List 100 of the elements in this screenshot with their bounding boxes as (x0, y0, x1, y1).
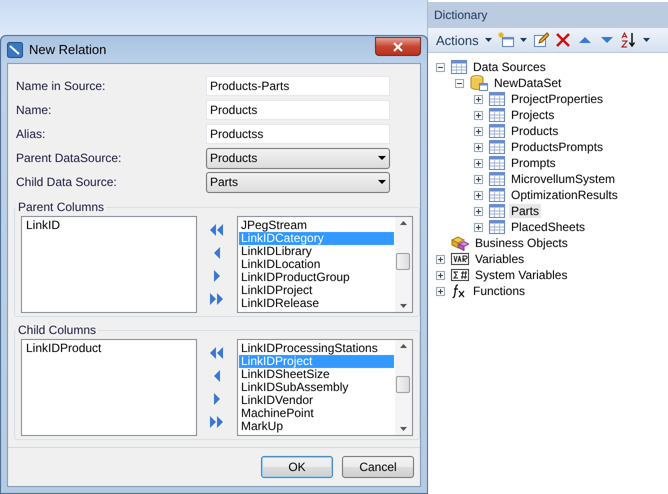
list-item[interactable]: LinkIDProductGroup (239, 271, 394, 284)
scrollbar[interactable] (395, 340, 412, 435)
field-label: Parent DataSource: (16, 151, 122, 165)
group-title: Child Columns (17, 323, 98, 337)
tree-item[interactable]: Parts (509, 204, 542, 218)
collapse-icon[interactable] (436, 62, 445, 72)
caret-icon (378, 180, 386, 184)
table-icon (451, 60, 467, 74)
list-item[interactable]: MachinePoint (239, 407, 394, 420)
field-label: Name: (16, 103, 52, 117)
list-item[interactable]: LinkIDLocation (239, 258, 394, 271)
caret-icon[interactable] (642, 38, 650, 42)
move-all-left-icon[interactable] (209, 222, 225, 238)
table-icon (489, 220, 505, 234)
variables-icon (451, 253, 469, 265)
collapse-icon[interactable] (455, 78, 464, 88)
table-icon (489, 156, 505, 170)
dropdown[interactable]: Parts (206, 172, 390, 192)
table-icon (489, 140, 505, 154)
group-title: Parent Columns (17, 200, 106, 214)
function-icon (451, 284, 467, 298)
scroll-thumb[interactable] (396, 253, 410, 270)
list-box[interactable]: LinkIDProduct (21, 339, 197, 436)
expand-icon[interactable] (474, 174, 483, 184)
caret-icon[interactable] (484, 38, 492, 42)
tree-item[interactable]: ProjectProperties (509, 92, 606, 106)
expand-icon[interactable] (436, 286, 445, 296)
move-all-left-icon[interactable] (209, 345, 225, 361)
tree-item[interactable]: Functions (471, 284, 528, 298)
expand-icon[interactable] (474, 158, 483, 168)
list-box[interactable]: JPegStream LinkIDCategory LinkIDLibrary LinkIDLocation LinkIDProductGroup LinkIDProject LinkIDRelease (237, 216, 413, 313)
list-item[interactable]: LinkIDSubAssembly (239, 381, 394, 394)
dialog-title: New Relation (29, 42, 106, 57)
caret-icon (378, 156, 386, 160)
caret-icon[interactable] (520, 38, 527, 42)
list-item[interactable]: LinkIDProject (239, 284, 394, 297)
list-item[interactable]: LinkIDProduct (24, 342, 194, 355)
system-variables-icon (451, 269, 469, 281)
tree-item[interactable]: MicrovellumSystem (509, 172, 618, 186)
input-field[interactable]: Productss (206, 124, 390, 144)
list-item[interactable]: LinkIDRelease (239, 297, 394, 310)
close-button[interactable] (375, 37, 421, 56)
list-box[interactable]: LinkIDProcessingStations LinkIDProject LinkIDSheetSize LinkIDSubAssembly LinkIDVendor MachinePoint MarkUp (237, 339, 413, 436)
input-field[interactable]: Products-Parts (206, 76, 390, 96)
tree-item[interactable]: Projects (509, 108, 556, 122)
table-icon (489, 204, 505, 218)
move-up-icon[interactable] (576, 34, 593, 46)
close-icon (392, 42, 404, 52)
expand-icon[interactable] (474, 142, 483, 152)
expand-icon[interactable] (474, 206, 483, 216)
edit-icon[interactable] (532, 32, 549, 48)
new-item-icon[interactable] (498, 32, 514, 48)
list-item[interactable]: JPegStream (239, 219, 394, 232)
database-icon (470, 75, 488, 91)
dialog-button[interactable]: OK (261, 456, 333, 478)
tree-item[interactable]: Data Sources (471, 60, 548, 74)
expand-icon[interactable] (474, 222, 483, 232)
expand-icon[interactable] (474, 110, 483, 120)
expand-icon[interactable] (436, 254, 445, 264)
tree-item[interactable]: Products (509, 124, 560, 138)
field-label: Name in Source: (16, 79, 106, 93)
expand-icon[interactable] (474, 190, 483, 200)
tree-item[interactable]: Business Objects (473, 236, 570, 250)
input-field[interactable]: Products (206, 100, 390, 120)
sort-icon[interactable] (620, 32, 637, 48)
dialog-button[interactable]: Cancel (342, 456, 414, 478)
table-icon (489, 108, 505, 122)
move-down-icon[interactable] (598, 34, 615, 46)
actions-menu[interactable]: Actions (436, 32, 479, 48)
tree-item[interactable]: OptimizationResults (509, 188, 620, 202)
list-item[interactable]: LinkIDVendor (239, 394, 394, 407)
tree-item[interactable]: ProductsPrompts (509, 140, 606, 154)
move-all-right-icon[interactable] (209, 414, 225, 430)
tree-item[interactable]: PlacedSheets (509, 220, 588, 234)
expand-icon[interactable] (436, 270, 445, 280)
expand-icon[interactable] (474, 94, 483, 104)
expand-icon[interactable] (474, 126, 483, 136)
dropdown[interactable]: Products (206, 148, 390, 168)
table-icon (489, 188, 505, 202)
list-box[interactable]: LinkID (21, 216, 197, 313)
table-icon (489, 172, 505, 186)
tree-item[interactable]: NewDataSet (492, 76, 564, 90)
list-item[interactable]: MarkUp (239, 420, 394, 433)
table-icon (489, 124, 505, 138)
panel-title: Dictionary (428, 2, 668, 28)
dialog-icon (7, 42, 23, 58)
field-label: Alias: (16, 127, 46, 141)
tree-item[interactable]: Variables (473, 252, 526, 266)
tree-item[interactable]: System Variables (473, 268, 570, 282)
scrollbar[interactable] (395, 217, 412, 312)
list-item[interactable]: LinkID (24, 219, 194, 232)
list-item[interactable]: LinkIDProcessingStations (239, 342, 394, 355)
list-item[interactable]: LinkIDLibrary (239, 245, 394, 258)
tree-item[interactable]: Prompts (509, 156, 558, 170)
table-icon (489, 92, 505, 106)
cubes-icon (451, 235, 469, 251)
scroll-thumb[interactable] (396, 376, 410, 393)
delete-icon[interactable] (554, 32, 571, 48)
list-item[interactable]: LinkIDSheetSize (239, 368, 394, 381)
move-all-right-icon[interactable] (209, 291, 225, 307)
